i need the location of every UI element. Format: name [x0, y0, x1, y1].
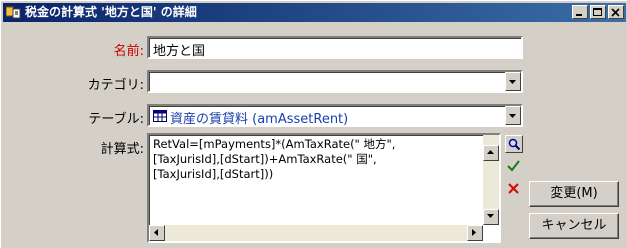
category-label: カテゴリ: — [87, 78, 144, 93]
zoom-formula-button[interactable] — [505, 135, 523, 153]
scroll-down-button[interactable] — [483, 209, 499, 225]
minimize-icon — [576, 14, 582, 16]
maximize-button[interactable] — [590, 5, 606, 19]
cancel-button[interactable]: キャンセル — [529, 213, 619, 239]
validate-formula-button[interactable] — [505, 157, 523, 175]
formula-label: 計算式: — [100, 142, 144, 157]
horizontal-scrollbar[interactable] — [149, 225, 483, 241]
name-label: 名前: — [113, 44, 144, 59]
table-combobox[interactable]: 資産の賃貸料 (amAssetRent) — [147, 104, 523, 127]
modify-button-label: 変更(M) — [550, 186, 598, 201]
cancel-button-label: キャンセル — [541, 218, 607, 233]
name-value: 地方と国 — [153, 44, 206, 59]
arrow-up-icon — [487, 150, 494, 154]
close-icon — [611, 8, 620, 17]
maximize-icon — [593, 8, 602, 16]
close-button[interactable] — [608, 5, 624, 19]
arrow-down-icon — [487, 214, 494, 218]
magnifier-icon — [508, 138, 521, 151]
arrow-left-icon — [154, 229, 158, 236]
table-label: テーブル: — [88, 112, 144, 127]
table-icon — [153, 110, 167, 122]
formula-line: RetVal=[mPayments]*(AmTaxRate(" 地方", — [153, 137, 396, 151]
clear-formula-button[interactable] — [505, 180, 523, 198]
chevron-down-icon — [509, 114, 516, 118]
scroll-right-button[interactable] — [467, 225, 483, 241]
scroll-up-button[interactable] — [483, 145, 499, 161]
formula-line: [TaxJurisId],[dStart])+AmTaxRate(" 国", — [153, 152, 377, 166]
table-dropdown-button[interactable] — [505, 106, 521, 125]
table-value: 資産の賃貸料 (amAssetRent) — [170, 112, 349, 127]
arrow-right-icon — [472, 229, 476, 236]
category-combobox[interactable] — [147, 70, 523, 93]
window-icon — [6, 6, 21, 19]
formula-textarea[interactable]: RetVal=[mPayments]*(AmTaxRate(" 地方", [Tax… — [147, 133, 501, 243]
window-title: 税金の計算式 '地方と国' の詳細 — [25, 5, 197, 19]
formula-line: [TaxJurisId],[dStart])) — [153, 167, 274, 181]
checkmark-icon — [507, 160, 520, 172]
formula-text: RetVal=[mPayments]*(AmTaxRate(" 地方", [Tax… — [153, 137, 395, 182]
category-dropdown-button[interactable] — [505, 72, 521, 91]
red-x-icon — [508, 183, 519, 194]
title-bar[interactable]: 税金の計算式 '地方と国' の詳細 — [3, 3, 626, 22]
vertical-scrollbar[interactable] — [483, 135, 499, 225]
name-field[interactable]: 地方と国 — [147, 36, 523, 59]
minimize-button[interactable] — [572, 5, 588, 19]
chevron-down-icon — [509, 80, 516, 84]
modify-button[interactable]: 変更(M) — [529, 181, 619, 207]
scroll-left-button[interactable] — [149, 225, 165, 241]
detail-window: 税金の計算式 '地方と国' の詳細 名前: 地方と国 カテゴリ: テーブル: 資… — [0, 0, 627, 248]
